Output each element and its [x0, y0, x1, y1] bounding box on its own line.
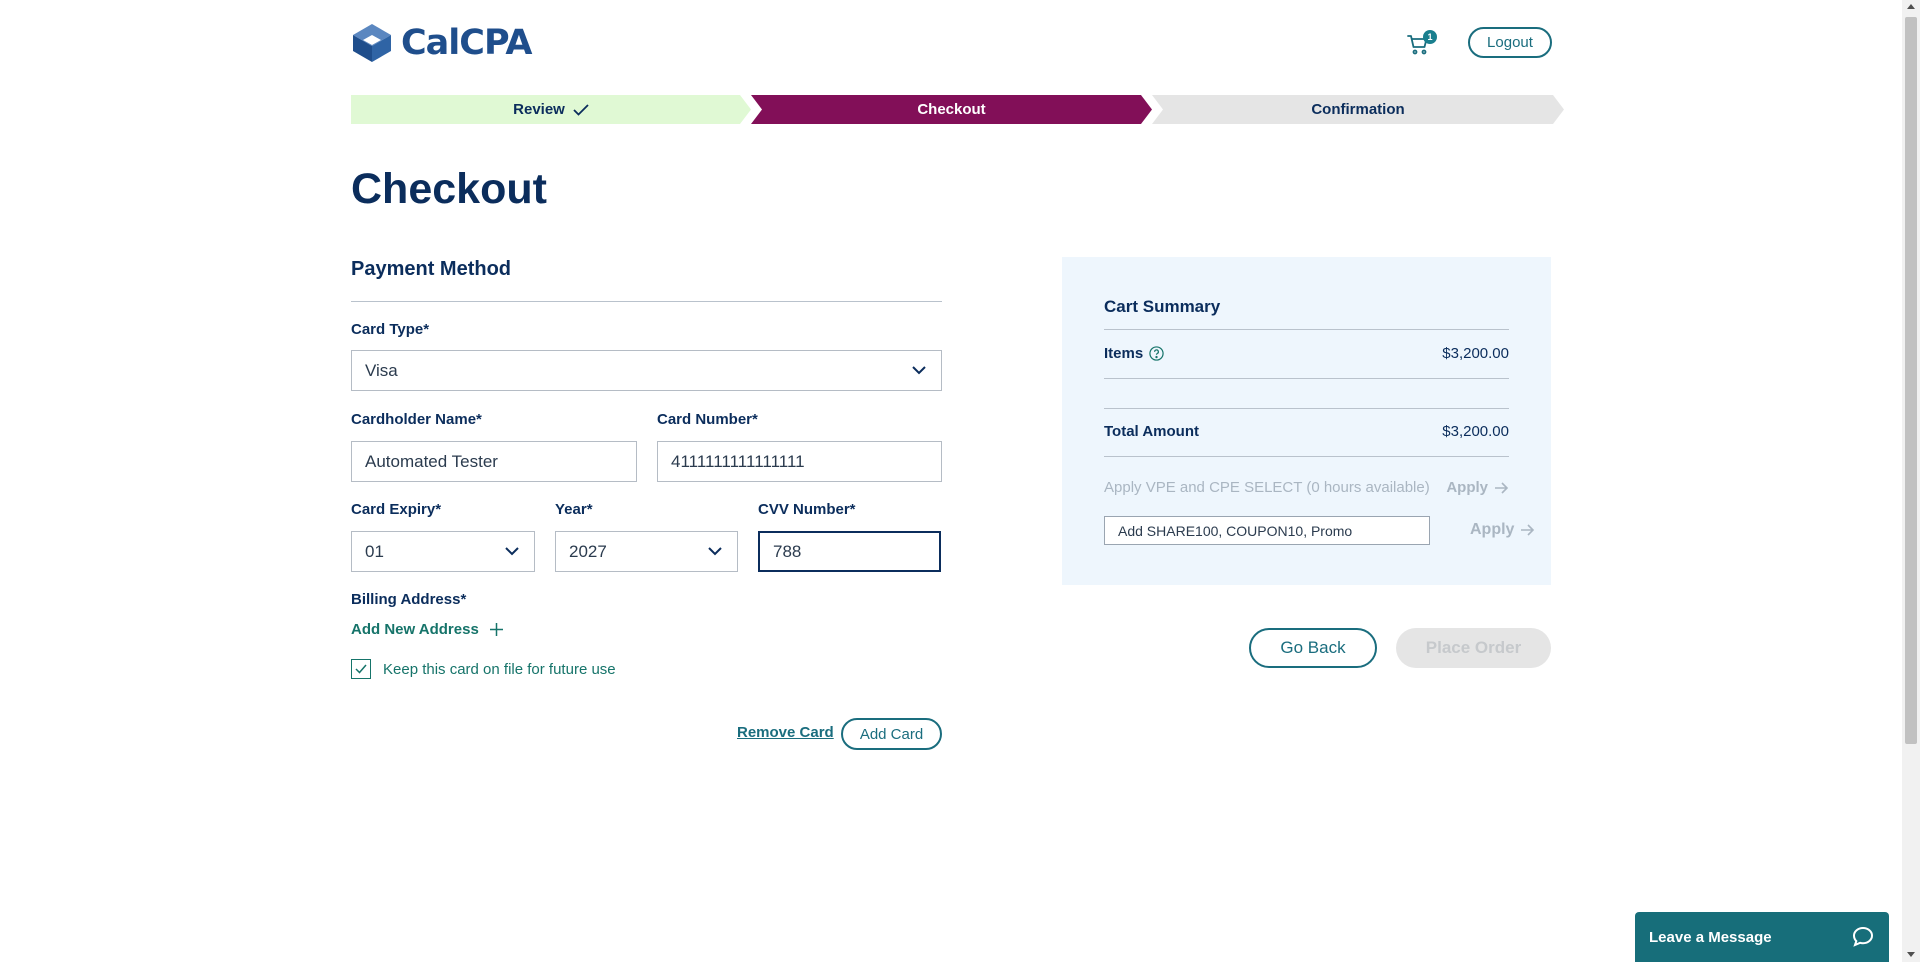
cvv-label: CVV Number*	[758, 501, 856, 518]
card-expiry-value: 01	[365, 541, 384, 561]
step-checkout: Checkout	[751, 95, 1152, 124]
scroll-down-arrow-icon[interactable]	[1907, 952, 1915, 957]
scrollbar-thumb[interactable]	[1905, 17, 1917, 744]
checkmark-icon	[355, 664, 367, 674]
card-number-label: Card Number*	[657, 411, 758, 428]
promo-code-input[interactable]	[1104, 516, 1430, 545]
year-label: Year*	[555, 501, 593, 518]
remove-card-link[interactable]: Remove Card	[737, 724, 834, 741]
step-confirmation-label: Confirmation	[1311, 101, 1405, 118]
logo-text: CalCPA	[401, 23, 533, 63]
card-type-label: Card Type*	[351, 321, 430, 338]
step-review: Review	[351, 95, 751, 124]
page-title: Checkout	[351, 165, 547, 213]
section-divider	[351, 301, 942, 302]
cardholder-name-field[interactable]	[351, 441, 637, 482]
vpe-apply-label: Apply	[1446, 479, 1488, 496]
calcpa-logo[interactable]: CalCPA	[351, 22, 533, 64]
billing-address-label: Billing Address*	[351, 591, 467, 608]
items-value: $3,200.00	[1442, 345, 1509, 362]
add-new-address-link[interactable]: Add New Address	[351, 621, 504, 638]
year-value: 2027	[569, 541, 607, 561]
arrow-right-icon	[1495, 481, 1509, 494]
total-value: $3,200.00	[1442, 423, 1509, 440]
cvv-input[interactable]	[773, 541, 939, 562]
chat-bubble-icon	[1852, 926, 1874, 947]
cardholder-name-label: Cardholder Name*	[351, 411, 482, 428]
step-review-label: Review	[513, 101, 565, 118]
card-expiry-select[interactable]: 01	[351, 531, 535, 572]
summary-divider	[1104, 456, 1509, 457]
go-back-button[interactable]: Go Back	[1249, 628, 1377, 668]
card-number-input[interactable]	[671, 451, 941, 472]
chevron-down-icon	[912, 366, 926, 375]
total-label: Total Amount	[1104, 423, 1199, 440]
card-expiry-label: Card Expiry*	[351, 501, 442, 518]
total-row: Total Amount $3,200.00	[1104, 423, 1509, 440]
card-type-select[interactable]: Visa	[351, 350, 942, 391]
summary-divider	[1104, 378, 1509, 379]
card-type-value: Visa	[365, 360, 398, 380]
chevron-down-icon	[505, 547, 519, 556]
cardholder-name-input[interactable]	[365, 451, 636, 472]
plus-icon	[489, 623, 503, 636]
checkmark-icon	[573, 103, 589, 116]
payment-method-heading: Payment Method	[351, 258, 512, 280]
scroll-up-arrow-icon[interactable]	[1907, 4, 1915, 9]
vpe-credit-label: Apply VPE and CPE SELECT (0 hours availa…	[1104, 479, 1430, 496]
cart-summary-title: Cart Summary	[1104, 297, 1221, 316]
year-select[interactable]: 2027	[555, 531, 738, 572]
leave-message-label: Leave a Message	[1649, 928, 1772, 946]
cvv-field[interactable]	[758, 531, 941, 572]
promo-apply-label: Apply	[1470, 521, 1515, 538]
logout-button[interactable]: Logout	[1468, 27, 1552, 58]
keep-card-label: Keep this card on file for future use	[383, 660, 616, 678]
help-icon[interactable]	[1149, 346, 1164, 361]
summary-divider	[1104, 408, 1509, 409]
cart-summary-panel: Cart Summary Items $3,200.00 Total Amoun…	[1062, 257, 1551, 585]
keep-card-option: Keep this card on file for future use	[351, 659, 616, 679]
card-number-field[interactable]	[657, 441, 942, 482]
place-order-button[interactable]: Place Order	[1396, 628, 1551, 668]
step-checkout-label: Checkout	[917, 101, 986, 118]
step-confirmation: Confirmation	[1152, 95, 1564, 124]
logo-mark-icon	[353, 24, 391, 62]
checkout-page: CalCPA 1 Logout Review Checkout Confirma…	[0, 0, 1902, 962]
keep-card-checkbox[interactable]	[351, 659, 371, 679]
add-card-button[interactable]: Add Card	[841, 718, 942, 750]
arrow-right-icon	[1521, 524, 1535, 536]
checkout-progress-stepper: Review Checkout Confirmation	[351, 95, 1564, 124]
cart-count-badge: 1	[1423, 30, 1437, 44]
cart-button[interactable]: 1	[1406, 30, 1437, 58]
promo-apply-button[interactable]: Apply	[1470, 521, 1535, 539]
vpe-apply-button[interactable]: Apply	[1446, 479, 1509, 496]
chevron-down-icon	[708, 547, 722, 556]
vpe-credit-row: Apply VPE and CPE SELECT (0 hours availa…	[1104, 479, 1509, 496]
summary-divider	[1104, 329, 1509, 330]
leave-message-widget[interactable]: Leave a Message	[1635, 912, 1889, 962]
add-new-address-label: Add New Address	[351, 621, 479, 638]
page-scrollbar[interactable]	[1902, 0, 1920, 962]
items-row: Items $3,200.00	[1104, 345, 1509, 362]
items-label: Items	[1104, 345, 1144, 362]
